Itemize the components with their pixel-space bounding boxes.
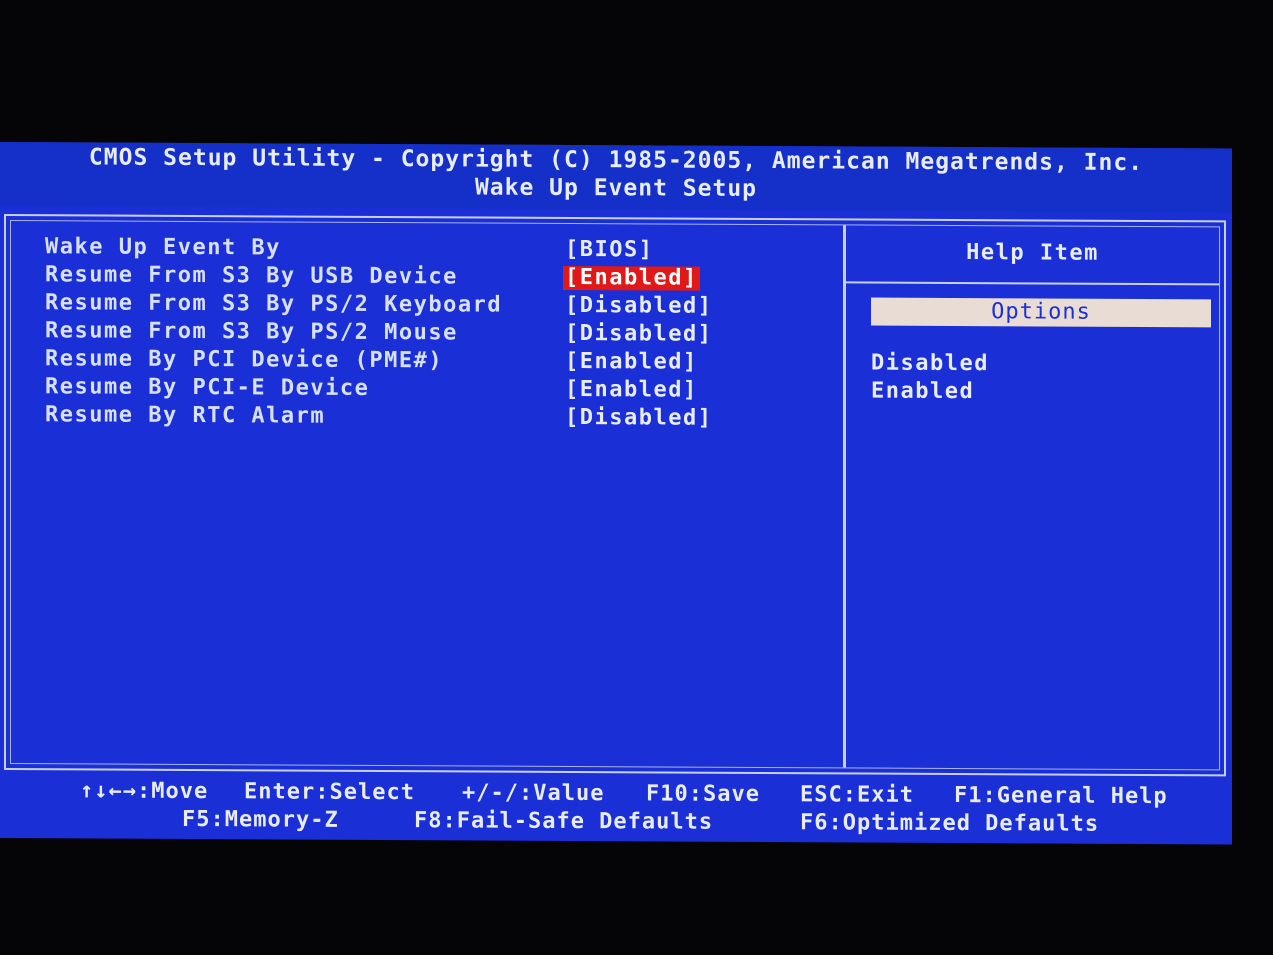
setting-label: Wake Up Event By [45, 234, 281, 261]
settings-list: Wake Up Event By [BIOS] Resume From S3 B… [45, 233, 745, 433]
setting-value[interactable]: [Disabled] [563, 321, 714, 347]
key-general-help: F1:General Help [954, 782, 1168, 810]
setting-resume-pci-device[interactable]: Resume By PCI Device (PME#) [Enabled] [45, 345, 745, 377]
panel-divider [843, 225, 846, 768]
option-disabled[interactable]: Disabled [871, 350, 989, 379]
title-bar: CMOS Setup Utility - Copyright (C) 1985-… [0, 142, 1232, 213]
key-memory-z: F5:Memory-Z [182, 806, 339, 833]
setting-wake-up-event-by[interactable]: Wake Up Event By [BIOS] [45, 233, 745, 265]
setting-resume-s3-usb[interactable]: Resume From S3 By USB Device [Enabled] [45, 261, 745, 293]
setting-value[interactable]: [BIOS] [563, 237, 655, 262]
utility-title: CMOS Setup Utility - Copyright (C) 1985-… [88, 144, 1144, 176]
setting-value[interactable]: [Enabled] [563, 349, 700, 375]
setting-resume-pcie-device[interactable]: Resume By PCI-E Device [Enabled] [45, 373, 745, 405]
setting-resume-s3-ps2-keyboard[interactable]: Resume From S3 By PS/2 Keyboard [Disable… [45, 289, 745, 321]
setting-value[interactable]: [Disabled] [563, 293, 714, 319]
key-optimized-defaults: F6:Optimized Defaults [800, 810, 1100, 837]
options-header: Options [871, 297, 1211, 328]
help-separator [846, 281, 1219, 286]
setting-label: Resume By RTC Alarm [45, 402, 326, 429]
setting-label: Resume From S3 By PS/2 Keyboard [45, 290, 503, 318]
setting-resume-rtc-alarm[interactable]: Resume By RTC Alarm [Disabled] [45, 401, 745, 433]
inner-frame: Wake Up Event By [BIOS] Resume From S3 B… [10, 220, 1220, 771]
key-select: Enter:Select [244, 779, 415, 806]
setting-value[interactable]: [Disabled] [563, 405, 714, 431]
help-item-title: Help Item [966, 240, 1099, 266]
key-move: ↑↓←→:Move [80, 778, 209, 805]
main-frame: Wake Up Event By [BIOS] Resume From S3 B… [4, 214, 1226, 777]
setting-resume-s3-ps2-mouse[interactable]: Resume From S3 By PS/2 Mouse [Disabled] [45, 317, 745, 349]
bios-screen: CMOS Setup Utility - Copyright (C) 1985-… [0, 142, 1232, 845]
key-save: F10:Save [646, 781, 760, 807]
key-help-footer: ↑↓←→:Move Enter:Select +/-/:Value F10:Sa… [0, 778, 1232, 844]
setting-label: Resume From S3 By USB Device [45, 262, 458, 290]
option-enabled[interactable]: Enabled [871, 378, 989, 407]
page-title: Wake Up Event Setup [474, 174, 758, 202]
setting-value-selected[interactable]: [Enabled] [563, 265, 700, 291]
key-exit: ESC:Exit [800, 782, 914, 808]
setting-label: Resume By PCI Device (PME#) [45, 346, 444, 374]
key-value: +/-/:Value [462, 780, 605, 807]
setting-label: Resume From S3 By PS/2 Mouse [45, 318, 458, 346]
option-list: Disabled Enabled [871, 350, 989, 407]
setting-label: Resume By PCI-E Device [45, 374, 370, 401]
key-fail-safe-defaults: F8:Fail-Safe Defaults [414, 808, 714, 835]
setting-value[interactable]: [Enabled] [563, 377, 700, 403]
